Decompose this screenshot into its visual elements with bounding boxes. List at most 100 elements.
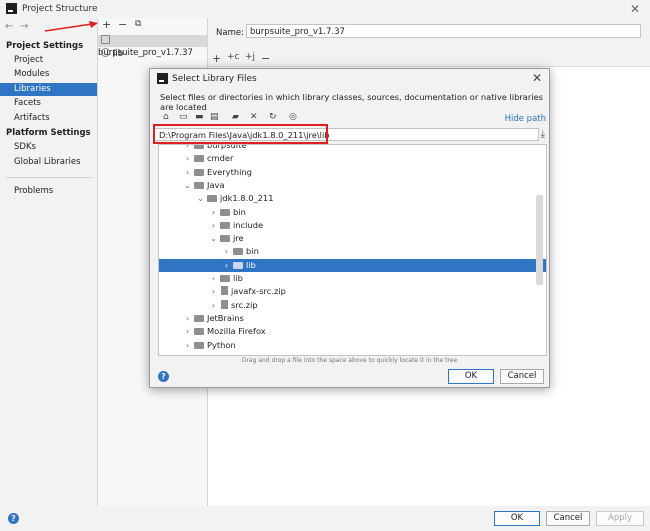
tree-row-label: cmder: [207, 153, 234, 164]
drag-drop-hint: Drag and drop a file into the space abov…: [241, 357, 458, 364]
module-folder-icon[interactable]: ▤: [210, 112, 219, 122]
window-title: Project Structure: [22, 4, 98, 14]
back-arrow-icon[interactable]: ←: [5, 21, 13, 32]
chevron-right-icon[interactable]: ›: [183, 145, 192, 152]
tree-row-label: javafx-src.zip: [231, 286, 286, 297]
add-library-button[interactable]: +: [102, 18, 111, 31]
close-icon[interactable]: ✕: [532, 71, 542, 85]
chevron-right-icon[interactable]: ›: [209, 285, 218, 298]
desktop-icon[interactable]: ▭: [179, 112, 188, 122]
copy-library-button[interactable]: ⧉: [135, 19, 141, 29]
chevron-right-icon[interactable]: ›: [209, 299, 218, 312]
tree-row[interactable]: ⌄ Java: [159, 179, 546, 192]
tree-row[interactable]: › src.zip: [159, 299, 546, 312]
add-class-button[interactable]: +c: [227, 52, 240, 62]
chevron-right-icon[interactable]: ›: [209, 272, 218, 285]
folder-icon: [207, 195, 217, 203]
tree-row-label: bin: [233, 206, 246, 217]
library-item[interactable]: burpsuite_pro_v1.7.37: [98, 35, 207, 58]
apply-button[interactable]: Apply: [596, 511, 644, 526]
chevron-down-icon[interactable]: ⌄: [183, 179, 192, 192]
tree-row[interactable]: ⌄ jdk1.8.0_211: [159, 192, 546, 205]
intellij-app-icon: [6, 3, 17, 14]
chevron-right-icon[interactable]: ›: [209, 219, 218, 232]
folder-icon: [194, 168, 204, 176]
tree-row[interactable]: › include: [159, 219, 546, 232]
project-folder-icon[interactable]: ▬: [195, 112, 204, 122]
sidebar-item-artifacts[interactable]: Artifacts: [0, 112, 97, 125]
scrollbar[interactable]: [536, 195, 543, 285]
tree-row[interactable]: › javafx-src.zip: [159, 285, 546, 298]
sidebar-item-libraries[interactable]: Libraries: [0, 83, 97, 96]
new-folder-icon[interactable]: ▰: [232, 112, 239, 122]
folder-icon: [220, 275, 230, 282]
close-icon[interactable]: ✕: [630, 2, 640, 16]
divider: [6, 177, 92, 178]
remove-library-button[interactable]: −: [118, 18, 127, 31]
sidebar-item-problems[interactable]: Problems: [0, 185, 97, 198]
tree-row[interactable]: › JetBrains: [159, 312, 546, 325]
add-jar-button[interactable]: +j: [245, 52, 255, 62]
folder-icon: [220, 208, 230, 216]
download-icon[interactable]: ⤓: [541, 129, 545, 140]
chevron-down-icon[interactable]: ⌄: [209, 232, 218, 245]
tree-row[interactable]: ⌄ jre: [159, 232, 546, 245]
tree-row[interactable]: › Everything: [159, 166, 546, 179]
tree-row[interactable]: › bin: [159, 245, 546, 258]
library-item-label: lib: [113, 49, 124, 59]
dialog-cancel-button[interactable]: Cancel: [500, 369, 544, 384]
library-icon: [101, 35, 110, 44]
tree-row[interactable]: › burpsuite: [159, 145, 546, 152]
tree-row[interactable]: › Python: [159, 339, 546, 352]
tree-row[interactable]: › lib: [159, 258, 546, 272]
tree-row-label: lib: [246, 259, 256, 270]
dialog-description: Select files or directories in which lib…: [160, 92, 543, 112]
folder-icon: [220, 221, 230, 229]
ok-button[interactable]: OK: [494, 511, 540, 526]
intellij-app-icon: [157, 73, 168, 84]
sidebar: ← → Project Settings Project Modules Lib…: [0, 18, 98, 506]
chevron-right-icon[interactable]: ›: [183, 166, 192, 179]
add-root-button[interactable]: +: [212, 52, 221, 65]
cancel-button[interactable]: Cancel: [546, 511, 590, 526]
tree-row[interactable]: › cmder: [159, 152, 546, 165]
chevron-down-icon[interactable]: ⌄: [196, 192, 205, 205]
hide-path-link[interactable]: Hide path: [505, 114, 546, 124]
forward-arrow-icon[interactable]: →: [20, 21, 28, 32]
help-icon[interactable]: ?: [8, 513, 19, 524]
delete-icon[interactable]: ✕: [250, 112, 258, 122]
chevron-right-icon[interactable]: ›: [183, 325, 192, 338]
archive-file-icon: [221, 286, 228, 296]
chevron-right-icon[interactable]: ›: [222, 245, 231, 258]
library-item[interactable]: lib: [98, 48, 207, 60]
sidebar-item-modules[interactable]: Modules: [0, 68, 97, 81]
dialog-ok-button[interactable]: OK: [448, 369, 494, 384]
chevron-right-icon[interactable]: ›: [222, 259, 231, 272]
sidebar-item-facets[interactable]: Facets: [0, 97, 97, 110]
tree-row-label: src.zip: [231, 299, 258, 310]
archive-file-icon: [221, 299, 228, 309]
tree-row[interactable]: › Mozilla Firefox: [159, 325, 546, 338]
tree-row-label: JetBrains: [207, 312, 244, 323]
tree-row[interactable]: › lib: [159, 272, 546, 285]
sidebar-item-sdks[interactable]: SDKs: [0, 141, 97, 154]
folder-icon: [220, 235, 230, 243]
folder-icon: [233, 261, 243, 269]
help-icon[interactable]: ?: [158, 371, 169, 382]
refresh-icon[interactable]: ↻: [269, 112, 277, 122]
tree-row-label: Everything: [207, 166, 252, 177]
sidebar-item-global-libraries[interactable]: Global Libraries: [0, 156, 97, 169]
remove-root-button[interactable]: −: [261, 52, 270, 65]
chevron-right-icon[interactable]: ›: [209, 206, 218, 219]
show-hidden-icon[interactable]: ◎: [289, 112, 297, 122]
file-tree: › burpsuite › cmder › Everything ⌄ Java ⌄ jdk1.8.…: [158, 144, 547, 356]
chevron-right-icon[interactable]: ›: [183, 339, 192, 352]
sidebar-item-project[interactable]: Project: [0, 54, 97, 67]
chevron-right-icon[interactable]: ›: [183, 152, 192, 165]
footer-bar: ? OK Cancel Apply: [0, 506, 650, 531]
folder-icon: [194, 181, 204, 189]
home-icon[interactable]: ⌂: [163, 112, 169, 122]
tree-row[interactable]: › bin: [159, 206, 546, 219]
chevron-right-icon[interactable]: ›: [183, 312, 192, 325]
name-field[interactable]: burpsuite_pro_v1.7.37: [246, 24, 641, 38]
